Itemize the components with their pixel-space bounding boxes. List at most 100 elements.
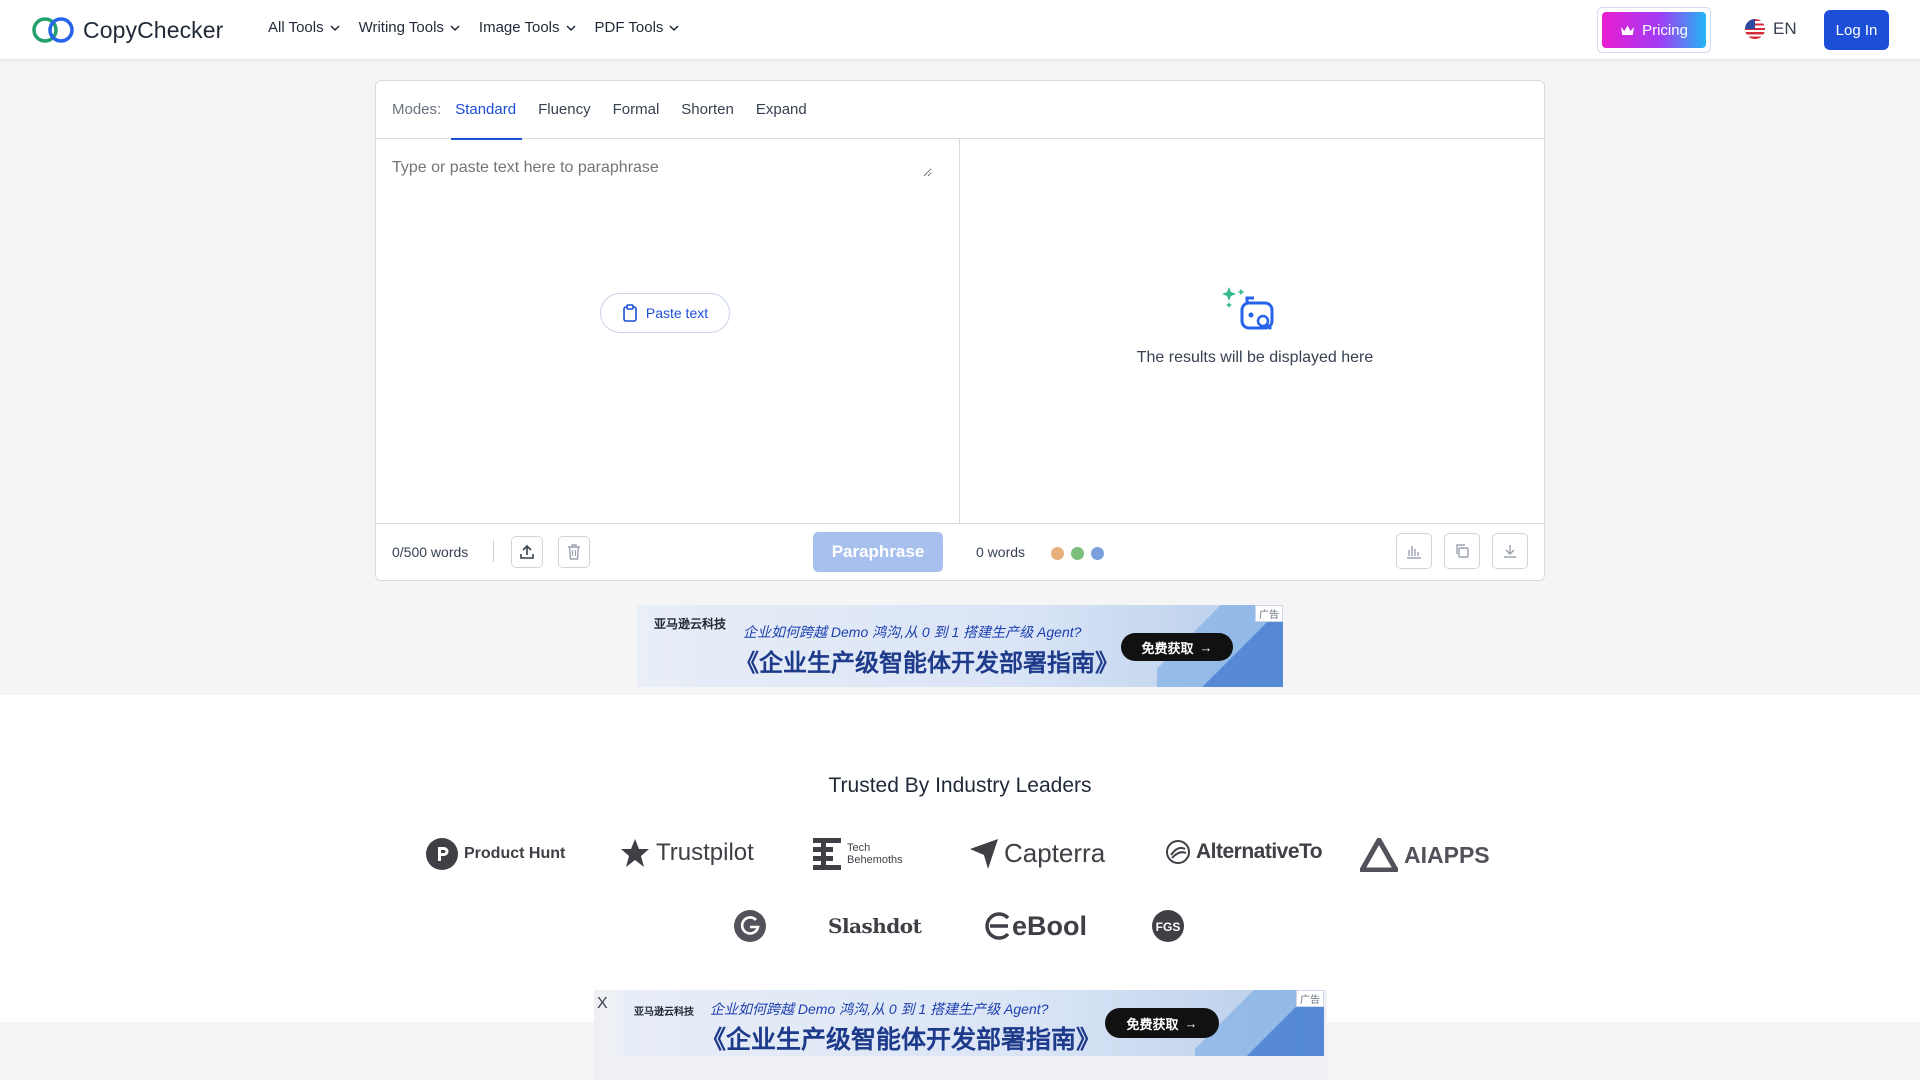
ad-brand: 亚马逊云科技 — [654, 617, 727, 631]
login-label: Log In — [1835, 21, 1878, 39]
ad-subtitle: 企业如何跨越 Demo 鸿沟,从 0 到 1 搭建生产级 Agent? — [743, 624, 1082, 640]
top-navbar: CopyChecker All Tools Writing Tools Imag… — [0, 0, 1920, 60]
site-logo[interactable]: CopyChecker — [31, 16, 223, 44]
mode-tab-shorten[interactable]: Shorten — [681, 81, 734, 139]
paraphrase-label: Paraphrase — [831, 542, 925, 561]
download-button[interactable] — [1492, 533, 1528, 569]
modes-label: Modes: — [392, 101, 442, 118]
status-dot — [1071, 547, 1084, 560]
chevron-down-icon — [565, 24, 576, 31]
chevron-down-icon — [669, 24, 679, 31]
arrow-right-icon: → — [1184, 1015, 1198, 1031]
ebool-icon — [985, 912, 1010, 940]
copy-icon — [1456, 544, 1469, 558]
result-robot-icon — [1222, 287, 1274, 331]
brand-tech-behemoths: Tech Behemoths — [813, 838, 903, 870]
delete-button[interactable] — [558, 536, 590, 568]
trash-icon — [568, 544, 580, 560]
ad-cta-button[interactable]: 免费获取 → — [1105, 1008, 1219, 1038]
main-menu: All Tools Writing Tools Image Tools PDF … — [268, 19, 680, 36]
menu-writing-tools[interactable]: Writing Tools — [359, 19, 461, 36]
crown-icon — [1621, 25, 1635, 35]
alternativeto-icon — [1166, 840, 1190, 864]
brand-slashdot: Slashdot — [828, 914, 922, 938]
input-word-count: 0/500 words — [392, 544, 469, 560]
brand-product-hunt: Product Hunt — [426, 838, 565, 870]
paste-text-button[interactable]: Paste text — [600, 293, 730, 333]
brand-label: Trustpilot — [656, 839, 754, 866]
menu-image-tools[interactable]: Image Tools — [479, 19, 577, 36]
brand-label: Behemoths — [847, 854, 903, 866]
menu-label: PDF Tools — [594, 19, 664, 36]
pricing-label: Pricing — [1642, 21, 1688, 39]
brand-alternativeto: AlternativeTo — [1166, 840, 1323, 864]
brand-label-group: Tech Behemoths — [847, 842, 903, 866]
ad-badge: 广告 — [1255, 605, 1283, 622]
bottom-ad-banner[interactable]: 亚马逊云科技 企业如何跨越 Demo 鸿沟,从 0 到 1 搭建生产级 Agen… — [615, 990, 1324, 1056]
upload-button[interactable] — [511, 536, 543, 568]
brand-label: Capterra — [1004, 838, 1106, 868]
menu-label: Image Tools — [478, 19, 560, 36]
language-selector[interactable]: EN — [1745, 19, 1797, 39]
brand-label: eBool — [1012, 910, 1088, 941]
statistics-button[interactable] — [1396, 533, 1432, 569]
tech-behemoths-icon — [813, 838, 841, 870]
brand-name: CopyChecker — [83, 16, 224, 43]
mode-tab-expand[interactable]: Expand — [756, 81, 807, 139]
brand-capterra: Capterra — [970, 838, 1105, 869]
brand-label: Slashdot — [828, 914, 922, 938]
svg-text:FGS: FGS — [1156, 920, 1181, 934]
ad-cta-label: 免费获取 — [1141, 640, 1194, 656]
paraphraser-card: Modes: Standard Fluency Formal Shorten E… — [375, 80, 1545, 581]
brand-aiapps: AIAPPS — [1360, 838, 1490, 872]
brand-label: Tech — [847, 842, 871, 854]
top-ad-banner[interactable]: 亚马逊云科技 企业如何跨越 Demo 鸿沟,从 0 到 1 搭建生产级 Agen… — [637, 605, 1283, 687]
brand-ebool: eBool — [982, 910, 1087, 942]
login-button[interactable]: Log In — [1824, 10, 1889, 50]
download-icon — [1504, 545, 1516, 558]
brand-trustpilot: Trustpilot — [620, 838, 754, 868]
output-word-count: 0 words — [976, 544, 1026, 560]
arrow-right-icon: → — [1199, 639, 1213, 655]
ad-title: 《企业生产级智能体开发部署指南》 — [735, 650, 1119, 677]
pricing-button[interactable]: Pricing — [1602, 12, 1706, 48]
paste-text-label: Paste text — [645, 305, 709, 321]
brand-fgs: FGS — [1152, 910, 1184, 942]
modes-bar: Modes: Standard Fluency Formal Shorten E… — [376, 81, 1544, 140]
close-ad-button[interactable]: X — [597, 995, 608, 1013]
divider — [493, 540, 494, 562]
menu-pdf-tools[interactable]: PDF Tools — [595, 19, 681, 36]
mode-tab-standard[interactable]: Standard — [451, 81, 522, 140]
capterra-icon — [970, 838, 998, 869]
mode-tab-fluency[interactable]: Fluency — [538, 81, 591, 139]
editor-footer: 0/500 words Paraphrase 0 words — [376, 523, 1544, 580]
paraphrase-button[interactable]: Paraphrase — [813, 532, 943, 572]
clipboard-icon — [623, 304, 637, 322]
aiapps-icon — [1360, 838, 1398, 872]
chevron-down-icon — [330, 24, 340, 31]
ad-cta-label: 免费获取 — [1126, 1016, 1179, 1032]
language-label: EN — [1773, 19, 1797, 38]
result-placeholder-text: The results will be displayed here — [1136, 349, 1374, 366]
pricing-button-frame: Pricing — [1597, 7, 1711, 53]
product-hunt-icon — [426, 838, 458, 870]
status-dot — [1091, 547, 1104, 560]
ad-badge: 广告 — [1296, 990, 1324, 1007]
paraphrase-input[interactable] — [392, 159, 932, 177]
mode-tab-formal[interactable]: Formal — [613, 81, 660, 139]
brand-label: Product Hunt — [464, 845, 566, 862]
copy-button[interactable] — [1444, 533, 1480, 569]
bar-chart-icon — [1407, 546, 1421, 559]
ad-title: 《企业生产级智能体开发部署指南》 — [701, 1026, 1102, 1054]
ad-brand: 亚马逊云科技 — [634, 1007, 694, 1018]
status-dot — [1051, 547, 1064, 560]
menu-all-tools[interactable]: All Tools — [268, 19, 341, 36]
ad-cta-button[interactable]: 免费获取 → — [1121, 633, 1233, 661]
chevron-down-icon — [450, 24, 460, 31]
us-flag-icon — [1745, 19, 1765, 39]
menu-label: All Tools — [268, 19, 324, 36]
star-icon — [621, 839, 649, 867]
g2-icon — [734, 910, 766, 942]
fgs-icon: FGS — [1152, 910, 1184, 942]
trusted-title: Trusted By Industry Leaders — [828, 774, 1092, 797]
